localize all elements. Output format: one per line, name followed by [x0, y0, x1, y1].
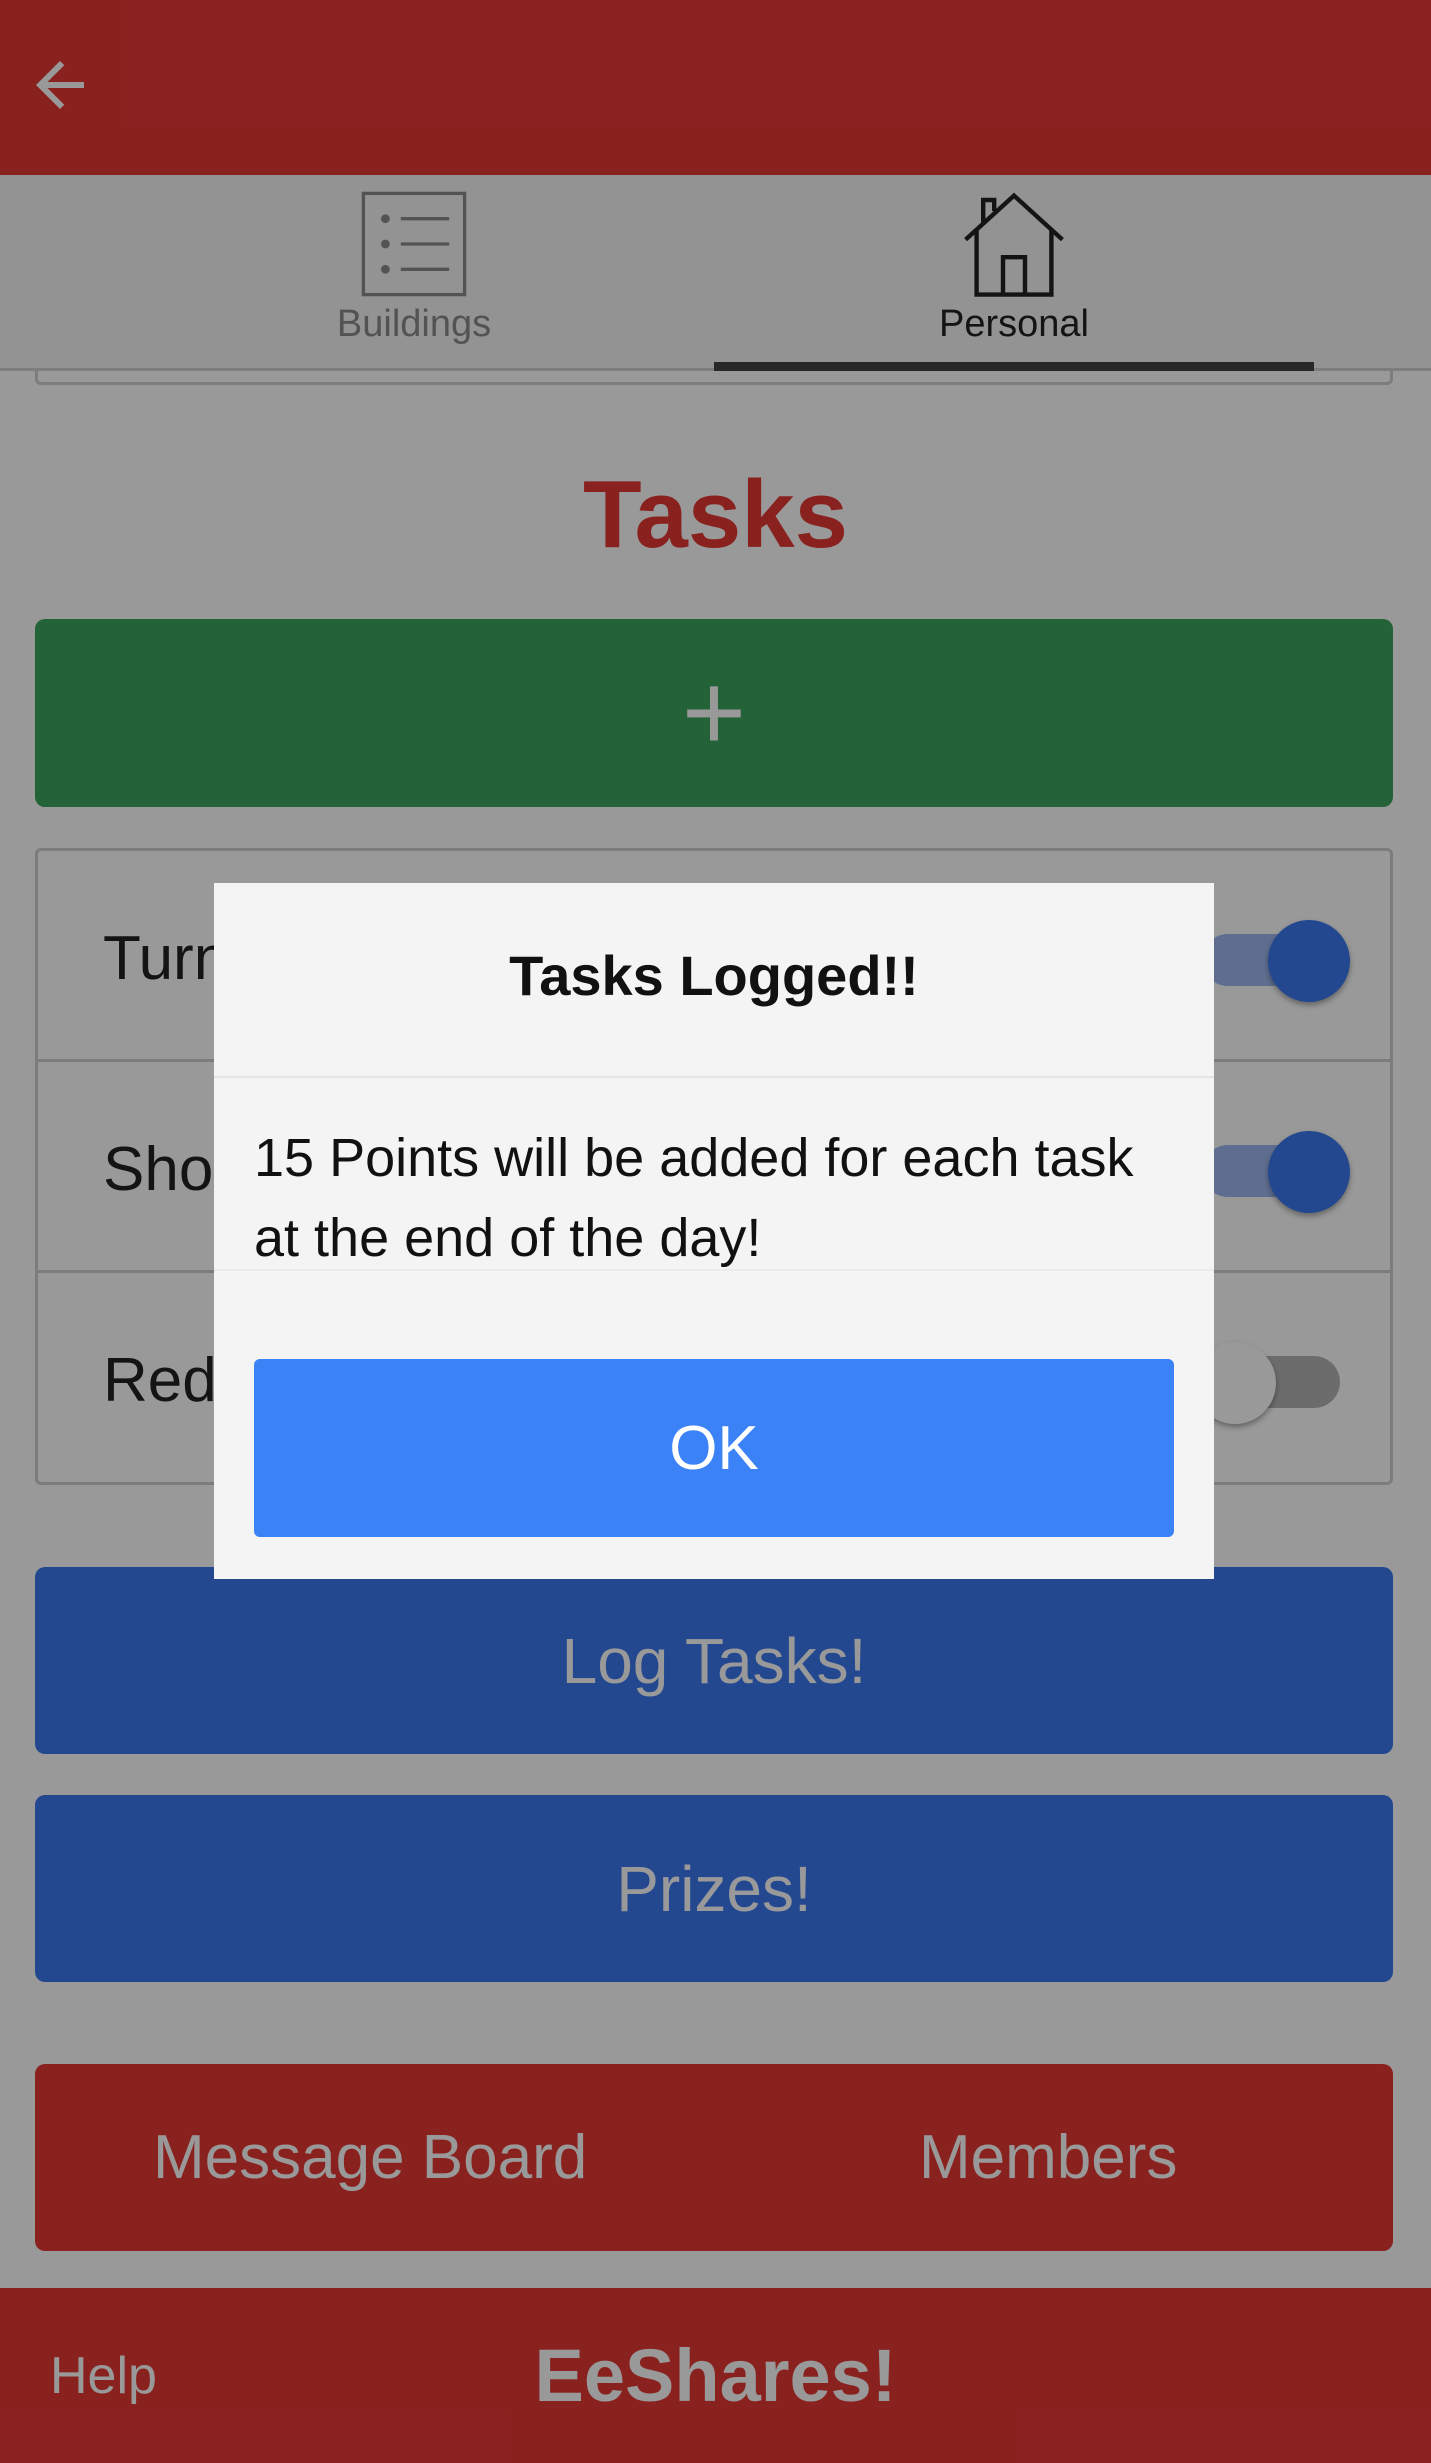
ok-button[interactable]: OK — [254, 1359, 1174, 1537]
app-screen: Buildings Personal Tasks + Turn off AC S… — [0, 0, 1431, 2463]
dialog-message: 15 Points will be added for each task at… — [254, 1128, 1134, 1268]
dialog-title: Tasks Logged!! — [509, 944, 919, 1007]
divider — [214, 1269, 1214, 1271]
divider — [214, 1076, 1214, 1078]
tasks-logged-dialog: Tasks Logged!! 15 Points will be added f… — [214, 883, 1214, 1579]
